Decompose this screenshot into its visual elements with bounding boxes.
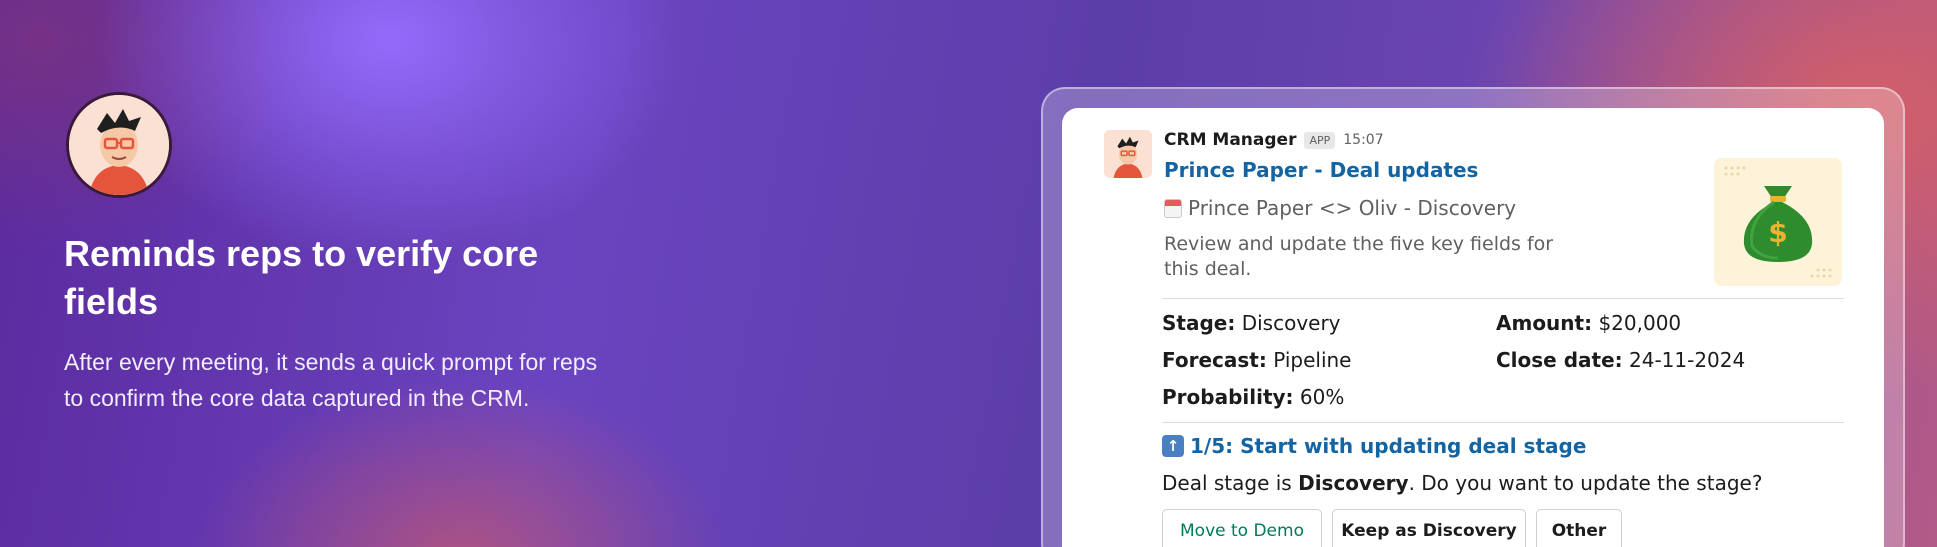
sender-name[interactable]: CRM Manager (1164, 130, 1296, 150)
field-probability: Probability: 60% (1162, 385, 1345, 409)
hero-description: After every meeting, it sends a quick pr… (64, 349, 598, 411)
divider (1162, 298, 1844, 299)
message-header: CRM Manager APP 15:07 (1164, 130, 1384, 150)
meeting-line: Prince Paper <> Oliv - Discovery (1164, 196, 1516, 220)
deal-updates-link[interactable]: Prince Paper - Deal updates (1164, 158, 1478, 182)
calendar-icon (1164, 198, 1182, 218)
divider (1162, 422, 1844, 423)
field-amount: Amount: $20,000 (1496, 311, 1682, 335)
field-forecast: Forecast: Pipeline (1162, 348, 1352, 372)
message-timestamp[interactable]: 15:07 (1343, 132, 1383, 148)
other-button[interactable]: Other (1536, 509, 1622, 547)
hero-title: Reminds reps to verify core fields (64, 233, 539, 322)
step-heading: ↑ 1/5: Start with updating deal stage (1162, 434, 1586, 458)
stage-question: Deal stage is Discovery. Do you want to … (1162, 471, 1763, 495)
field-close-date: Close date: 24-11-2024 (1496, 348, 1746, 372)
keep-as-discovery-button[interactable]: Keep as Discovery (1332, 509, 1526, 547)
up-arrow-icon: ↑ (1162, 435, 1184, 457)
meeting-title: Prince Paper <> Oliv - Discovery (1188, 196, 1517, 220)
slack-message-card: CRM Manager APP 15:07 Prince Paper - Dea… (1062, 108, 1884, 547)
move-to-demo-button[interactable]: Move to Demo (1162, 509, 1322, 547)
field-stage: Stage: Discovery (1162, 311, 1341, 335)
bot-avatar (66, 92, 172, 198)
app-badge: APP (1304, 131, 1336, 149)
svg-text:$: $ (1768, 216, 1787, 249)
step-label: 1/5: Start with updating deal stage (1190, 434, 1587, 458)
money-bag-icon: $ (1714, 158, 1842, 286)
sender-avatar[interactable] (1104, 130, 1152, 178)
review-text: Review and update the five key fields fo… (1164, 233, 1554, 280)
